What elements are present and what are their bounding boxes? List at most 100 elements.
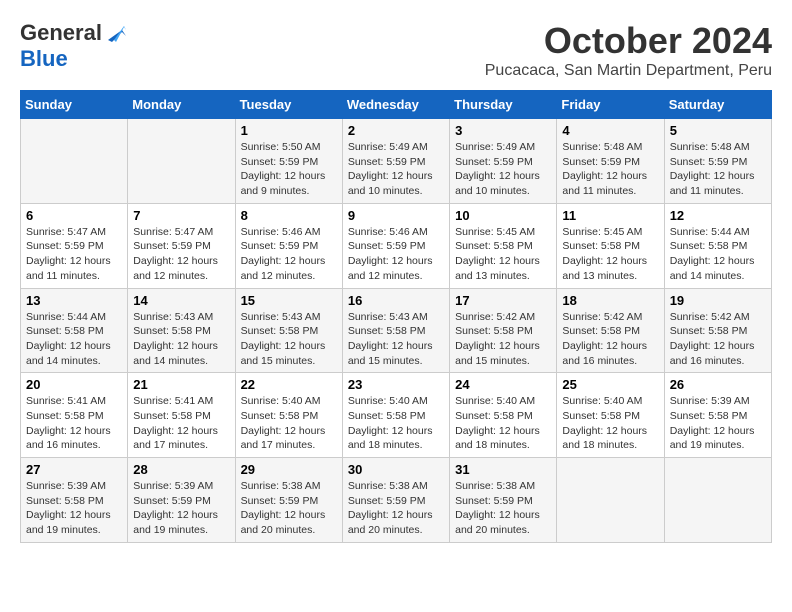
calendar-week-2: 6Sunrise: 5:47 AMSunset: 5:59 PMDaylight… [21, 203, 772, 288]
day-number: 28 [133, 462, 229, 477]
location-subtitle: Pucacaca, San Martin Department, Peru [485, 62, 772, 80]
calendar-cell: 7Sunrise: 5:47 AMSunset: 5:59 PMDaylight… [128, 203, 235, 288]
day-info: Sunrise: 5:48 AMSunset: 5:59 PMDaylight:… [562, 140, 658, 199]
day-info: Sunrise: 5:45 AMSunset: 5:58 PMDaylight:… [455, 225, 551, 284]
title-block: October 2024 Pucacaca, San Martin Depart… [485, 20, 772, 80]
calendar-cell: 22Sunrise: 5:40 AMSunset: 5:58 PMDayligh… [235, 373, 342, 458]
calendar-cell [128, 119, 235, 204]
day-info: Sunrise: 5:47 AMSunset: 5:59 PMDaylight:… [133, 225, 229, 284]
day-number: 4 [562, 123, 658, 138]
calendar-week-5: 27Sunrise: 5:39 AMSunset: 5:58 PMDayligh… [21, 458, 772, 543]
calendar-cell: 9 Sunrise: 5:46 AMSunset: 5:59 PMDaylight… [342, 203, 449, 288]
day-info: Sunrise: 5:38 AMSunset: 5:59 PMDaylight:… [455, 479, 551, 538]
day-number: 23 [348, 377, 444, 392]
calendar-cell: 23 Sunrise: 5:40 AMSunset: 5:58 PMDayligh… [342, 373, 449, 458]
day-number: 17 [455, 293, 551, 308]
day-number: 14 [133, 293, 229, 308]
calendar-cell: 6Sunrise: 5:47 AMSunset: 5:59 PMDaylight… [21, 203, 128, 288]
month-title: October 2024 [485, 20, 772, 62]
calendar-cell: 27Sunrise: 5:39 AMSunset: 5:58 PMDayligh… [21, 458, 128, 543]
calendar-cell: 8 Sunrise: 5:46 AMSunset: 5:59 PMDaylight… [235, 203, 342, 288]
calendar-cell: 12 Sunrise: 5:44 AMSunset: 5:58 PMDayligh… [664, 203, 771, 288]
calendar-week-3: 13 Sunrise: 5:44 AMSunset: 5:58 PMDayligh… [21, 288, 772, 373]
day-info: Sunrise: 5:46 AMSunset: 5:59 PMDaylight:… [241, 225, 337, 284]
calendar-table: Sunday Monday Tuesday Wednesday Thursday… [20, 90, 772, 543]
day-info: Sunrise: 5:46 AMSunset: 5:59 PMDaylight:… [348, 225, 444, 284]
calendar-cell: 5 Sunrise: 5:48 AMSunset: 5:59 PMDaylight… [664, 119, 771, 204]
day-number: 2 [348, 123, 444, 138]
day-info: Sunrise: 5:42 AMSunset: 5:58 PMDaylight:… [455, 310, 551, 369]
day-number: 20 [26, 377, 122, 392]
day-info: Sunrise: 5:38 AMSunset: 5:59 PMDaylight:… [241, 479, 337, 538]
calendar-cell: 25 Sunrise: 5:40 AMSunset: 5:58 PMDayligh… [557, 373, 664, 458]
calendar-cell: 3 Sunrise: 5:49 AMSunset: 5:59 PMDaylight… [450, 119, 557, 204]
calendar-cell: 26 Sunrise: 5:39 AMSunset: 5:58 PMDayligh… [664, 373, 771, 458]
logo-blue: Blue [20, 46, 68, 71]
calendar-cell: 11 Sunrise: 5:45 AMSunset: 5:58 PMDayligh… [557, 203, 664, 288]
day-info: Sunrise: 5:48 AMSunset: 5:59 PMDaylight:… [670, 140, 766, 199]
day-number: 26 [670, 377, 766, 392]
logo-general: General [20, 20, 102, 46]
header-saturday: Saturday [664, 91, 771, 119]
calendar-cell: 17 Sunrise: 5:42 AMSunset: 5:58 PMDayligh… [450, 288, 557, 373]
day-number: 12 [670, 208, 766, 223]
day-info: Sunrise: 5:49 AMSunset: 5:59 PMDaylight:… [455, 140, 551, 199]
calendar-week-4: 20 Sunrise: 5:41 AMSunset: 5:58 PMDayligh… [21, 373, 772, 458]
day-info: Sunrise: 5:43 AMSunset: 5:58 PMDaylight:… [241, 310, 337, 369]
day-number: 10 [455, 208, 551, 223]
day-info: Sunrise: 5:39 AMSunset: 5:59 PMDaylight:… [133, 479, 229, 538]
day-info: Sunrise: 5:49 AMSunset: 5:59 PMDaylight:… [348, 140, 444, 199]
calendar-cell [557, 458, 664, 543]
day-number: 3 [455, 123, 551, 138]
day-number: 31 [455, 462, 551, 477]
day-number: 21 [133, 377, 229, 392]
calendar-cell: 16 Sunrise: 5:43 AMSunset: 5:58 PMDayligh… [342, 288, 449, 373]
calendar-cell: 2 Sunrise: 5:49 AMSunset: 5:59 PMDaylight… [342, 119, 449, 204]
day-info: Sunrise: 5:40 AMSunset: 5:58 PMDaylight:… [562, 394, 658, 453]
day-info: Sunrise: 5:44 AMSunset: 5:58 PMDaylight:… [26, 310, 122, 369]
calendar-cell: 19 Sunrise: 5:42 AMSunset: 5:58 PMDayligh… [664, 288, 771, 373]
header-sunday: Sunday [21, 91, 128, 119]
day-number: 1 [241, 123, 337, 138]
calendar-cell: 28 Sunrise: 5:39 AMSunset: 5:59 PMDayligh… [128, 458, 235, 543]
day-info: Sunrise: 5:42 AMSunset: 5:58 PMDaylight:… [562, 310, 658, 369]
calendar-cell [21, 119, 128, 204]
day-number: 8 [241, 208, 337, 223]
logo-icon [104, 22, 126, 44]
calendar-cell: 14Sunrise: 5:43 AMSunset: 5:58 PMDayligh… [128, 288, 235, 373]
day-info: Sunrise: 5:39 AMSunset: 5:58 PMDaylight:… [670, 394, 766, 453]
header-monday: Monday [128, 91, 235, 119]
day-number: 30 [348, 462, 444, 477]
day-number: 25 [562, 377, 658, 392]
day-info: Sunrise: 5:40 AMSunset: 5:58 PMDaylight:… [348, 394, 444, 453]
page-header: General Blue October 2024 Pucacaca, San … [20, 20, 772, 80]
day-number: 11 [562, 208, 658, 223]
header-wednesday: Wednesday [342, 91, 449, 119]
header-thursday: Thursday [450, 91, 557, 119]
calendar-cell: 31 Sunrise: 5:38 AMSunset: 5:59 PMDayligh… [450, 458, 557, 543]
day-number: 13 [26, 293, 122, 308]
day-info: Sunrise: 5:45 AMSunset: 5:58 PMDaylight:… [562, 225, 658, 284]
header-friday: Friday [557, 91, 664, 119]
calendar-cell: 10 Sunrise: 5:45 AMSunset: 5:58 PMDayligh… [450, 203, 557, 288]
day-info: Sunrise: 5:40 AMSunset: 5:58 PMDaylight:… [241, 394, 337, 453]
calendar-cell [664, 458, 771, 543]
calendar-header-row: Sunday Monday Tuesday Wednesday Thursday… [21, 91, 772, 119]
day-number: 9 [348, 208, 444, 223]
day-info: Sunrise: 5:39 AMSunset: 5:58 PMDaylight:… [26, 479, 122, 538]
calendar-cell: 15 Sunrise: 5:43 AMSunset: 5:58 PMDayligh… [235, 288, 342, 373]
day-number: 24 [455, 377, 551, 392]
day-info: Sunrise: 5:38 AMSunset: 5:59 PMDaylight:… [348, 479, 444, 538]
day-number: 19 [670, 293, 766, 308]
calendar-cell: 20 Sunrise: 5:41 AMSunset: 5:58 PMDayligh… [21, 373, 128, 458]
day-info: Sunrise: 5:47 AMSunset: 5:59 PMDaylight:… [26, 225, 122, 284]
day-info: Sunrise: 5:41 AMSunset: 5:58 PMDaylight:… [133, 394, 229, 453]
day-info: Sunrise: 5:42 AMSunset: 5:58 PMDaylight:… [670, 310, 766, 369]
day-number: 15 [241, 293, 337, 308]
day-number: 5 [670, 123, 766, 138]
day-info: Sunrise: 5:41 AMSunset: 5:58 PMDaylight:… [26, 394, 122, 453]
day-info: Sunrise: 5:50 AMSunset: 5:59 PMDaylight:… [241, 140, 337, 199]
day-info: Sunrise: 5:43 AMSunset: 5:58 PMDaylight:… [348, 310, 444, 369]
day-number: 16 [348, 293, 444, 308]
day-info: Sunrise: 5:44 AMSunset: 5:58 PMDaylight:… [670, 225, 766, 284]
